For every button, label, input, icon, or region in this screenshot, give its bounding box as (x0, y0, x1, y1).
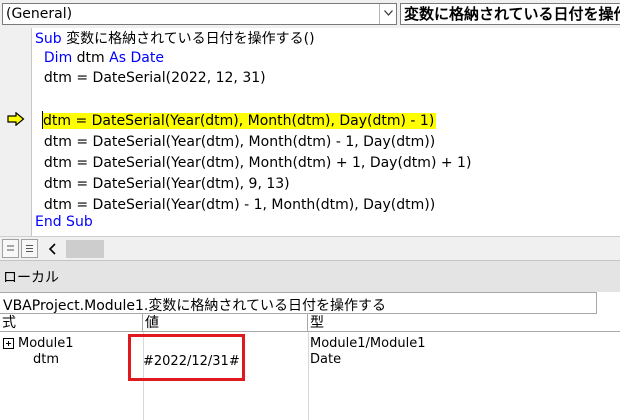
code-line-sub[interactable]: Sub 変数に格納されている日付を操作する() (35, 29, 315, 50)
procedure-dropdown[interactable]: 変数に格納されている日付を操作 (400, 3, 620, 25)
object-dropdown[interactable]: (General) (2, 3, 397, 25)
keyword-dim: Dim (43, 50, 73, 66)
locals-context-text: VBAProject.Module1.変数に格納されている日付を操作する (3, 298, 386, 314)
chevron-down-icon[interactable] (379, 4, 396, 24)
code-line-9[interactable]: dtm = DateSerial(Year(dtm) - 1, Month(dt… (35, 195, 435, 216)
code-line-current[interactable]: dtm = DateSerial(Year(dtm), Month(dtm), … (43, 111, 437, 132)
code-line-6[interactable]: dtm = DateSerial(Year(dtm), Month(dtm) -… (35, 132, 435, 153)
call-stack-button[interactable] (596, 292, 620, 314)
scroll-left-button[interactable] (44, 240, 62, 258)
current-line-arrow-icon (7, 112, 25, 126)
code-line-7[interactable]: dtm = DateSerial(Year(dtm), Month(dtm) +… (35, 153, 472, 174)
keyword-sub: Sub (35, 31, 62, 47)
code-window-toolbar: (General) 変数に格納されている日付を操作 (0, 0, 620, 28)
text-caret (42, 111, 43, 129)
code-editor[interactable]: Sub 変数に格納されている日付を操作する() Dim dtm As Date … (0, 28, 620, 236)
full-module-view-icon (26, 245, 33, 252)
keyword-as: As (109, 50, 127, 66)
procedure-name: 変数に格納されている日付を操作する() (61, 31, 315, 47)
variable-name: dtm (72, 50, 110, 66)
margin-indicator-bar[interactable] (0, 28, 32, 236)
column-header-expression[interactable]: 式 (0, 314, 143, 332)
column-header-type[interactable]: 型 (308, 314, 620, 332)
locals-window-title: ローカル (0, 260, 620, 292)
code-line-end-sub[interactable]: End Sub (35, 212, 93, 233)
keyword-date: Date (130, 50, 164, 66)
row-expression: Module1 (18, 336, 74, 351)
code-line-dim[interactable]: Dim dtm As Date (35, 48, 164, 69)
code-line-8[interactable]: dtm = DateSerial(Year(dtm), 9, 13) (35, 174, 290, 195)
table-row[interactable]: Module1 Module1/Module1 (0, 336, 620, 352)
row-expression: dtm (33, 352, 60, 367)
code-line-3[interactable]: dtm = DateSerial(2022, 12, 31) (35, 68, 266, 89)
object-dropdown-value: (General) (6, 6, 73, 22)
code-view-bar (0, 236, 620, 260)
row-type: Module1/Module1 (310, 336, 426, 351)
locals-grid-header: 式 値 型 (0, 314, 620, 332)
procedure-view-icon (7, 245, 14, 251)
row-type: Date (310, 352, 342, 367)
annotation-highlight-box (128, 334, 245, 381)
locals-grid: 式 値 型 Module1 Module1/Module1 dtm #2022/… (0, 314, 620, 420)
column-header-value[interactable]: 値 (143, 314, 308, 332)
keyword-end-sub: End Sub (35, 214, 93, 230)
horizontal-scroll-thumb[interactable] (66, 240, 104, 258)
procedure-view-button[interactable] (2, 239, 19, 258)
table-row[interactable]: dtm #2022/12/31# Date (0, 352, 620, 369)
procedure-dropdown-value: 変数に格納されている日付を操作 (404, 5, 620, 23)
locals-title-text: ローカル (3, 270, 59, 286)
full-module-view-button[interactable] (21, 239, 38, 258)
locals-context-bar: VBAProject.Module1.変数に格納されている日付を操作する (0, 292, 620, 314)
execution-highlight: dtm = DateSerial(Year(dtm), Month(dtm), … (43, 113, 437, 129)
chevron-left-icon (48, 243, 56, 255)
